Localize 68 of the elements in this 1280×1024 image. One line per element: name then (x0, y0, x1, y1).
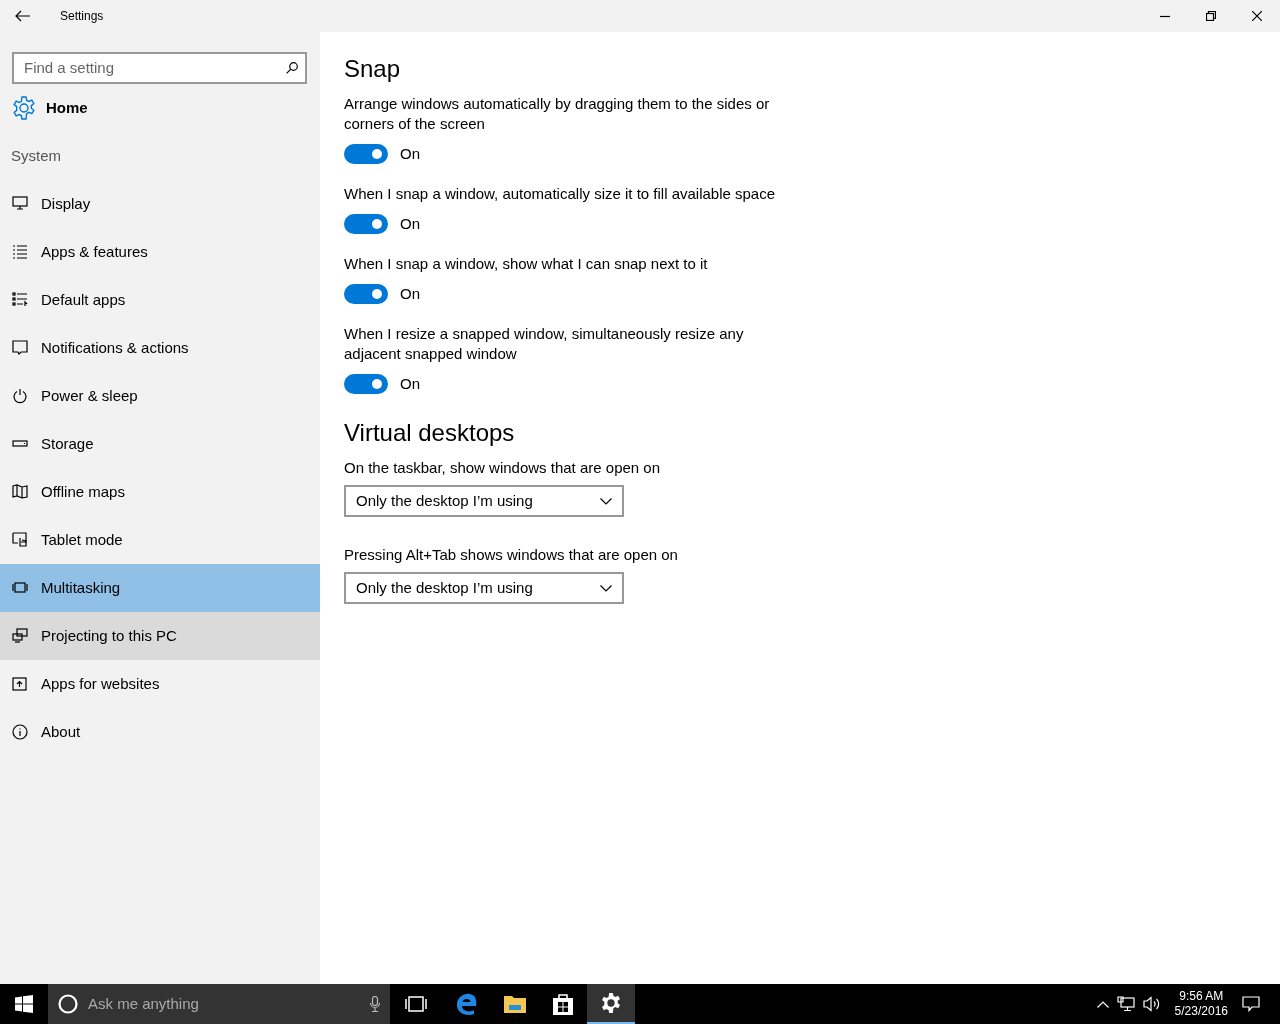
upload-box-icon (12, 676, 28, 692)
monitor-icon (12, 196, 28, 212)
nav-item[interactable]: Offline maps (0, 468, 320, 516)
toggle-switch[interactable] (344, 284, 388, 304)
dropdown[interactable]: Only the desktop I’m using (344, 485, 624, 517)
gear-icon (600, 992, 622, 1014)
microphone-icon[interactable] (370, 996, 380, 1012)
back-arrow-icon (15, 10, 31, 22)
chevron-up-icon[interactable] (1096, 1000, 1109, 1008)
search-bar[interactable]: Ask me anything (48, 984, 390, 1024)
nav-item[interactable]: Projecting to this PC (0, 612, 320, 660)
map-icon (12, 484, 28, 500)
setting-label: When I snap a window, show what I can snap next to it (344, 254, 709, 274)
nav-item[interactable]: Storage (0, 420, 320, 468)
nav-item[interactable]: Notifications & actions (0, 324, 320, 372)
setting-label: Pressing Alt+Tab shows windows that are open on (344, 545, 679, 565)
settings-button[interactable] (587, 984, 635, 1024)
nav-item[interactable]: Multitasking (0, 564, 320, 612)
home-link[interactable]: Home (0, 84, 320, 132)
search-icon (286, 62, 298, 74)
dropdown[interactable]: Only the desktop I’m using (344, 572, 624, 604)
multitasking-icon (12, 580, 28, 596)
folder-icon (503, 994, 527, 1014)
nav-item[interactable]: About (0, 708, 320, 756)
windows-logo-icon (15, 995, 33, 1013)
power-icon (12, 388, 28, 404)
toggle-state: On (400, 143, 420, 164)
section-label: System (10, 145, 62, 166)
toggle-state: On (400, 213, 420, 234)
clock[interactable]: 9:56 AM 5/23/2016 (1168, 989, 1234, 1019)
task-view-icon (405, 996, 427, 1012)
shopping-bag-icon (552, 992, 574, 1016)
nav-item[interactable]: Display (0, 180, 320, 228)
close-icon (1252, 11, 1262, 21)
toggle-switch[interactable] (344, 374, 388, 394)
projector-screens-icon (12, 628, 28, 644)
info-icon (12, 724, 28, 740)
setting-label: When I snap a window, automatically size it to fill available space (344, 184, 777, 204)
toggle-switch[interactable] (344, 144, 388, 164)
chevron-down-icon (600, 497, 612, 505)
toggle-switch[interactable] (344, 214, 388, 234)
nav-item[interactable]: Apps & features (0, 228, 320, 276)
list-icon (12, 244, 28, 260)
network-icon[interactable] (1116, 996, 1135, 1012)
speech-bubble-icon (12, 340, 28, 356)
toggle-state: On (400, 283, 420, 304)
section-heading: Virtual desktops (344, 418, 516, 448)
notification-icon[interactable] (1242, 996, 1260, 1012)
chevron-down-icon (600, 584, 612, 592)
search-input[interactable]: Ask me anything (86, 991, 362, 1017)
toggle-state: On (400, 373, 420, 394)
nav-item[interactable]: Power & sleep (0, 372, 320, 420)
restore-icon (1206, 11, 1216, 21)
window-title: Settings (60, 8, 104, 25)
list-icon (12, 292, 28, 308)
search-field[interactable]: Find a setting (12, 52, 307, 84)
section-heading: Snap (344, 54, 402, 84)
tablet-hand-icon (12, 532, 28, 548)
nav-item[interactable]: Default apps (0, 276, 320, 324)
setting-label: Arrange windows automatically by dragging them to the sides or corners of the screen (344, 94, 771, 134)
speaker-icon[interactable] (1142, 996, 1161, 1012)
setting-label: When I resize a snapped window, simultaneously resize any adjacent snapped window (344, 324, 745, 364)
browser-e-icon (455, 992, 479, 1016)
nav-item[interactable]: Apps for websites (0, 660, 320, 708)
circle-icon (58, 994, 78, 1014)
nav-item[interactable]: Tablet mode (0, 516, 320, 564)
gear-icon (12, 96, 36, 120)
setting-label: On the taskbar, show windows that are open on (344, 458, 662, 478)
